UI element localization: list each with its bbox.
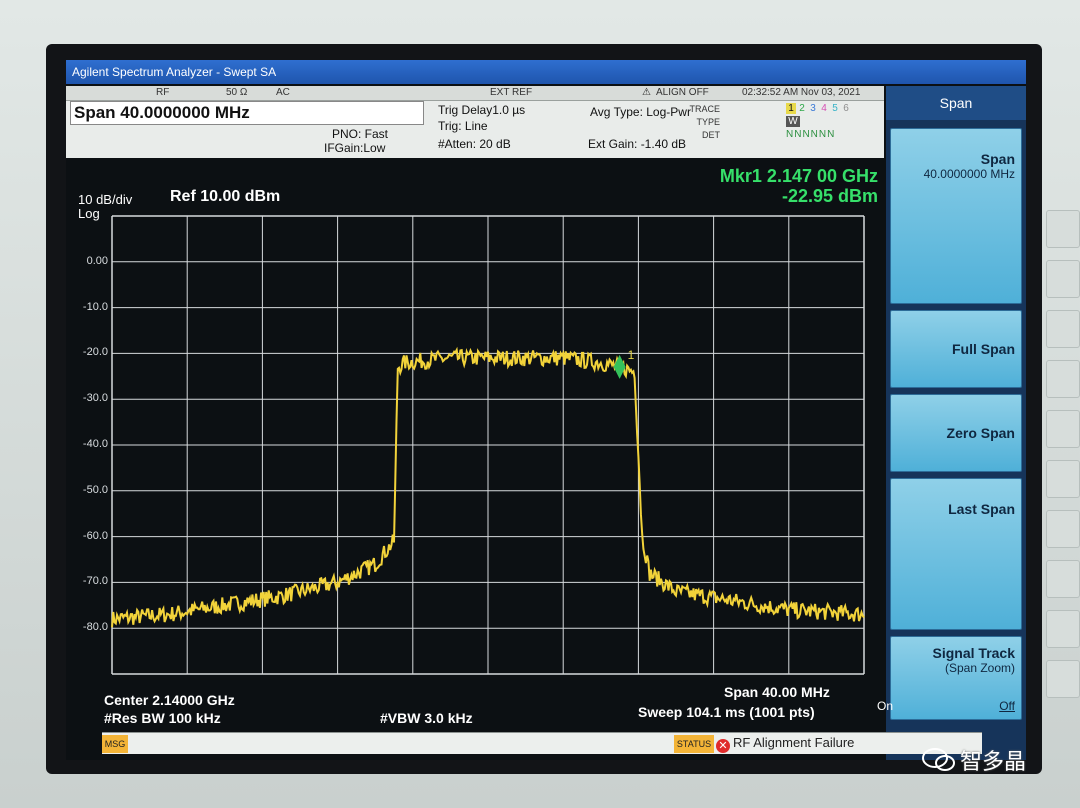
y-tick-label: -10.0	[82, 300, 108, 313]
msg-tag[interactable]: MSG	[102, 735, 128, 753]
signal-track-label: Signal Track	[932, 645, 1015, 661]
y-tick-label: -50.0	[82, 483, 108, 496]
zero-span-button[interactable]: Zero Span	[890, 394, 1022, 472]
y-tick-label: -30.0	[82, 392, 108, 405]
span-softkey[interactable]: Span 40.0000000 MHz	[890, 128, 1022, 304]
span-softkey-label: Span	[980, 151, 1015, 167]
bezel-slot	[1046, 210, 1080, 248]
analyzer-screen: Agilent Spectrum Analyzer - Swept SA RF …	[66, 60, 1026, 760]
bezel-right-keys	[1040, 60, 1080, 760]
bezel-slot	[1046, 460, 1080, 498]
status-bar: MSG STATUS ✕ RF Alignment Failure	[102, 732, 982, 754]
status-message: ✕ RF Alignment Failure	[716, 735, 854, 753]
spectrum-plot[interactable]: 1	[66, 60, 1026, 760]
softkey-menu-title: Span	[886, 86, 1026, 120]
watermark-text: 智多晶	[960, 749, 1027, 774]
bezel-slot	[1046, 610, 1080, 648]
center-frequency[interactable]: Center 2.14000 GHz	[104, 692, 235, 708]
y-tick-label: -60.0	[82, 529, 108, 542]
last-span-button[interactable]: Last Span	[890, 478, 1022, 630]
span-softkey-value: 40.0000000 MHz	[923, 167, 1015, 181]
bezel-slot	[1046, 410, 1080, 448]
video-bw[interactable]: #VBW 3.0 kHz	[380, 710, 473, 726]
bezel-slot	[1046, 660, 1080, 698]
signal-track-off: Off	[999, 699, 1015, 713]
watermark: 智多晶	[922, 744, 1026, 776]
bezel-slot	[1046, 510, 1080, 548]
signal-track-button[interactable]: Signal Track (Span Zoom) On Off	[877, 636, 1022, 720]
y-tick-label: -70.0	[82, 575, 108, 588]
sweep-time[interactable]: Sweep 104.1 ms (1001 pts)	[638, 704, 815, 720]
full-span-button[interactable]: Full Span	[890, 310, 1022, 388]
bezel-slot	[1046, 310, 1080, 348]
signal-track-sub: (Span Zoom)	[944, 661, 1015, 675]
status-tag[interactable]: STATUS	[674, 735, 714, 753]
resolution-bw[interactable]: #Res BW 100 kHz	[104, 710, 221, 726]
y-tick-label: -40.0	[82, 438, 108, 450]
y-tick-label: 0.00	[86, 254, 108, 267]
error-icon: ✕	[716, 739, 730, 753]
y-tick-label: -20.0	[82, 346, 108, 359]
span-footer[interactable]: Span 40.00 MHz	[724, 684, 830, 700]
status-message-text: RF Alignment Failure	[733, 735, 855, 750]
wechat-icon	[922, 748, 955, 771]
marker-number: 1	[628, 348, 635, 362]
marker-diamond-icon	[613, 354, 626, 379]
bezel-slot	[1046, 260, 1080, 298]
signal-track-on: On	[877, 699, 894, 713]
bezel-slot	[1046, 560, 1080, 598]
softkey-panel: Span Span 40.0000000 MHz Full Span Zero …	[877, 86, 1026, 760]
bezel-slot	[1046, 360, 1080, 398]
y-tick-label: -80.0	[82, 621, 108, 634]
